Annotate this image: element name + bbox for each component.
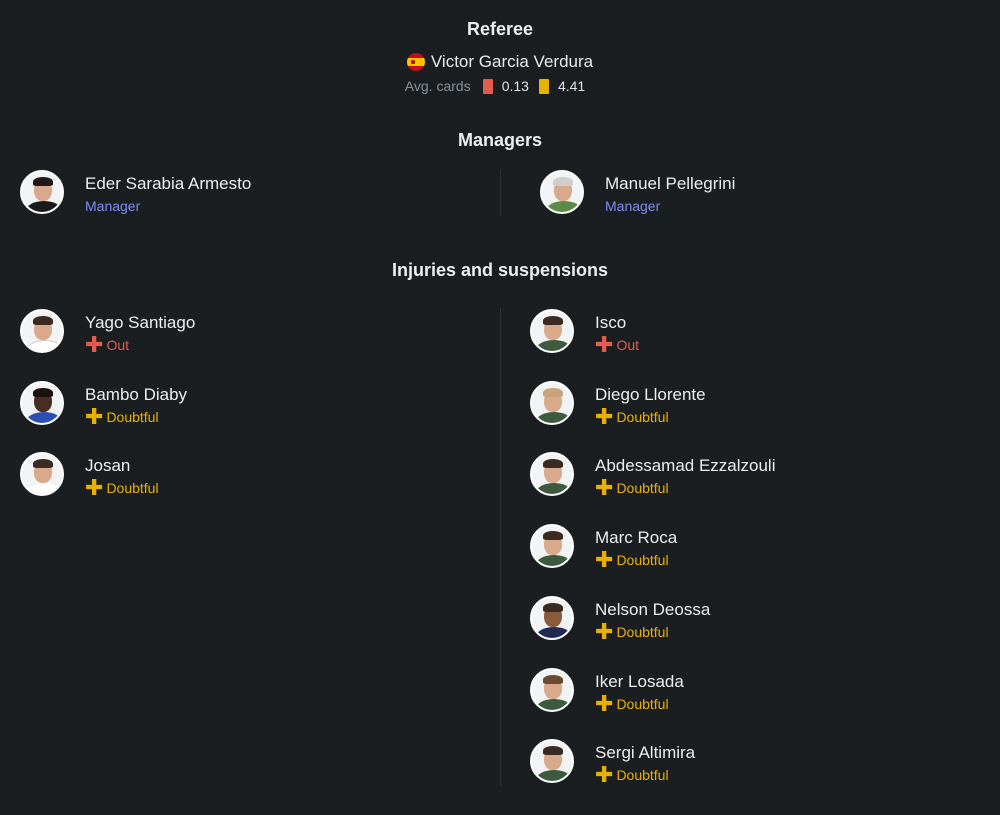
yellow-card-average: 4.41 (557, 78, 586, 94)
avatar (530, 596, 574, 640)
avg-cards-row: Avg. cards 0.13 4.41 (0, 78, 1000, 94)
avatar (530, 668, 574, 712)
status-label: Doubtful (616, 767, 669, 783)
status-doubtful: ✚ Doubtful (595, 404, 706, 429)
player-name: Josan (85, 456, 131, 475)
injury-cross-icon: ✚ (595, 619, 614, 644)
manager-away[interactable]: Manuel Pellegrini Manager (540, 170, 735, 216)
status-doubtful: ✚ Doubtful (85, 404, 187, 429)
avatar (530, 381, 574, 425)
injured-player-row[interactable]: Sergi Altimira ✚ Doubtful (530, 739, 696, 787)
avatar (20, 381, 64, 425)
spain-flag-icon (406, 53, 425, 71)
player-name: Diego Llorente (595, 385, 706, 404)
referee-title: Referee (466, 19, 534, 39)
player-name: Isco (595, 313, 627, 332)
avatar (20, 170, 64, 214)
manager-role: Manager (85, 198, 141, 214)
managers-divider (500, 170, 501, 216)
player-name: Sergi Altimira (595, 743, 696, 762)
injured-player-row[interactable]: Josan ✚ Doubtful (20, 452, 159, 500)
avatar (20, 452, 64, 496)
red-card-average: 0.13 (501, 78, 529, 94)
status-label: Out (616, 337, 640, 353)
injured-player-row[interactable]: Abdessamad Ezzalzouli ✚ Doubtful (530, 452, 776, 500)
avatar (530, 524, 574, 568)
player-name: Iker Losada (595, 672, 684, 691)
managers-title: Managers (457, 130, 543, 150)
injured-player-row[interactable]: Marc Roca ✚ Doubtful (530, 524, 678, 572)
injury-cross-icon: ✚ (595, 475, 614, 500)
status-doubtful: ✚ Doubtful (595, 547, 677, 572)
injured-player-row[interactable]: Diego Llorente ✚ Doubtful (530, 381, 706, 429)
player-name: Bambo Diaby (85, 385, 188, 404)
player-name: Abdessamad Ezzalzouli (595, 456, 776, 475)
status-out: ✚ Out (595, 332, 640, 357)
avg-cards-label: Avg. cards (404, 78, 471, 94)
status-doubtful: ✚ Doubtful (595, 762, 695, 787)
referee-name[interactable]: Victor Garcia Verdura (431, 52, 593, 72)
injury-cross-icon: ✚ (595, 762, 614, 787)
status-label: Doubtful (106, 480, 159, 496)
status-label: Doubtful (616, 409, 669, 425)
status-label: Doubtful (616, 696, 669, 712)
injury-cross-icon: ✚ (595, 404, 614, 429)
injuries-divider (500, 308, 501, 786)
injury-cross-icon: ✚ (85, 404, 104, 429)
injured-player-row[interactable]: Isco ✚ Out (530, 309, 640, 357)
status-label: Out (106, 337, 130, 353)
status-doubtful: ✚ Doubtful (595, 691, 684, 716)
manager-name: Manuel Pellegrini (605, 174, 736, 193)
injured-player-row[interactable]: Iker Losada ✚ Doubtful (530, 668, 684, 716)
status-out: ✚ Out (85, 332, 195, 357)
avatar (530, 309, 574, 353)
manager-name: Eder Sarabia Armesto (85, 174, 252, 193)
injury-cross-icon: ✚ (595, 332, 614, 357)
status-doubtful: ✚ Doubtful (85, 475, 159, 500)
status-label: Doubtful (616, 552, 669, 568)
referee-row: Victor Garcia Verdura (0, 52, 1000, 72)
injured-player-row[interactable]: Bambo Diaby ✚ Doubtful (20, 381, 188, 429)
injury-cross-icon: ✚ (85, 332, 104, 357)
player-name: Yago Santiago (85, 313, 196, 332)
injuries-title: Injuries and suspensions (391, 260, 609, 280)
injury-cross-icon: ✚ (595, 547, 614, 572)
status-label: Doubtful (106, 409, 159, 425)
manager-role: Manager (605, 198, 661, 214)
status-doubtful: ✚ Doubtful (595, 619, 710, 644)
yellow-card-icon (538, 78, 549, 94)
injured-player-row[interactable]: Nelson Deossa ✚ Doubtful (530, 596, 711, 644)
manager-home[interactable]: Eder Sarabia Armesto Manager (20, 170, 251, 216)
player-name: Marc Roca (595, 528, 678, 547)
status-label: Doubtful (616, 480, 669, 496)
red-card-icon (482, 78, 493, 94)
avatar (530, 739, 574, 783)
injured-player-row[interactable]: Yago Santiago ✚ Out (20, 309, 196, 357)
status-doubtful: ✚ Doubtful (595, 475, 775, 500)
status-label: Doubtful (616, 624, 669, 640)
match-info-panel: Referee Victor Garcia Verdura Avg. cards… (0, 0, 1000, 815)
avatar (20, 309, 64, 353)
avatar (530, 452, 574, 496)
injury-cross-icon: ✚ (85, 475, 104, 500)
player-name: Nelson Deossa (595, 600, 711, 619)
avatar (540, 170, 584, 214)
injury-cross-icon: ✚ (595, 691, 614, 716)
